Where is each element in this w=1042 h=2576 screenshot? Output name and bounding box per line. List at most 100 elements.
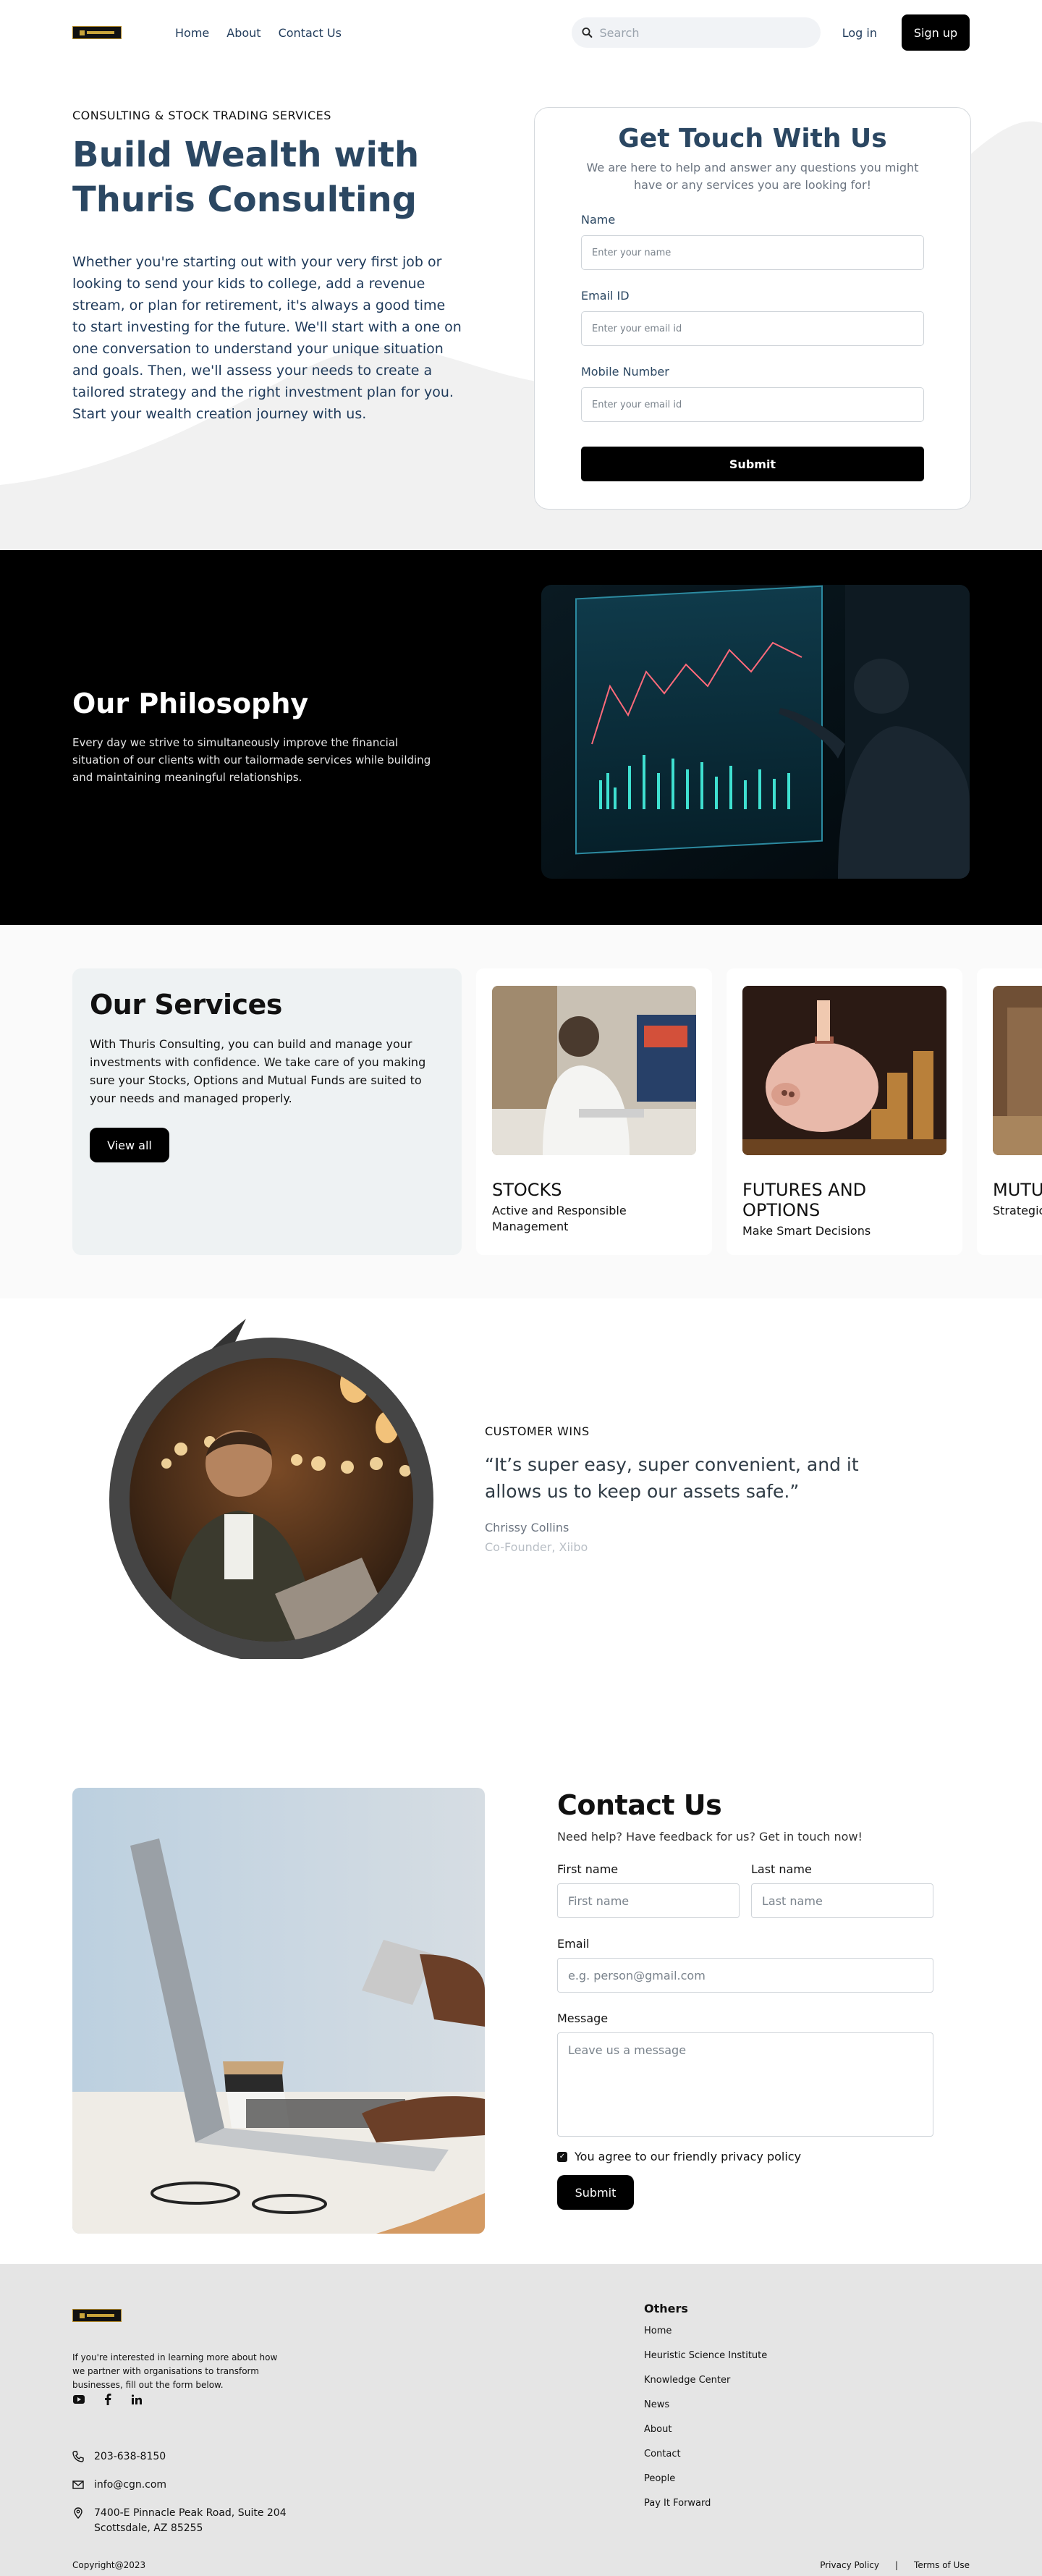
trader-chart-photo xyxy=(541,585,970,879)
mutual-funds-photo xyxy=(993,986,1042,1155)
footer-link-home[interactable]: Home xyxy=(644,2326,767,2336)
contact-section: Contact Us Need help? Have feedback for … xyxy=(0,1704,1042,2264)
facebook-icon[interactable] xyxy=(101,2393,114,2406)
footer-link-pay-it-forward[interactable]: Pay It Forward xyxy=(644,2498,767,2509)
first-name-label: First name xyxy=(557,1862,619,1876)
email-input[interactable] xyxy=(557,1958,933,1993)
signup-button[interactable]: Sign up xyxy=(902,14,970,51)
message-textarea[interactable] xyxy=(557,2032,933,2137)
piggy-bank-photo xyxy=(742,986,946,1155)
testimonial-tag: CUSTOMER WINS xyxy=(485,1424,590,1438)
touch-form-submit-button[interactable]: Submit xyxy=(581,447,924,481)
philosophy-section: Our Philosophy Every day we strive to si… xyxy=(0,550,1042,925)
service-desc-stocks: Active and Responsible Management xyxy=(492,1204,627,1233)
laptop-phone-photo xyxy=(72,1788,485,2234)
youtube-icon[interactable] xyxy=(72,2393,85,2406)
footer-links: Others Home Heuristic Science Institute … xyxy=(644,2302,767,2522)
main-nav: Home About Contact Us xyxy=(175,26,342,40)
hero-copy: CONSULTING & STOCK TRADING SERVICES Buil… xyxy=(72,109,463,425)
contact-form: Contact Us Need help? Have feedback for … xyxy=(557,1789,933,2210)
mail-icon xyxy=(72,2480,84,2489)
service-card-mutual[interactable]: MUTUAL Strategic xyxy=(977,968,1042,1255)
footer-address-line2: Scottsdale, AZ 85255 xyxy=(94,2522,203,2534)
customer-photo xyxy=(101,1319,441,1662)
testimonial-role: Co-Founder, Xiibo xyxy=(485,1540,588,1554)
nav-link-about[interactable]: About xyxy=(226,26,260,40)
privacy-checkbox-row: ✓ You agree to our friendly privacy poli… xyxy=(557,2150,933,2163)
hero-title-line1: Build Wealth with xyxy=(72,135,420,175)
footer-link-about[interactable]: About xyxy=(644,2424,767,2435)
footer-phone[interactable]: 203-638-8150 xyxy=(94,2449,166,2465)
name-input[interactable] xyxy=(581,235,924,270)
first-name-input[interactable] xyxy=(557,1883,740,1918)
hero-eyebrow: CONSULTING & STOCK TRADING SERVICES xyxy=(72,109,331,122)
philosophy-body: Every day we strive to simultaneously im… xyxy=(72,736,431,784)
service-title-futures-options: FUTURES AND OPTIONS xyxy=(742,1180,867,1220)
email-id-input[interactable] xyxy=(581,311,924,346)
privacy-policy-link[interactable]: Privacy Policy xyxy=(820,2560,879,2570)
contact-subtitle: Need help? Have feedback for us? Get in … xyxy=(557,1830,863,1844)
services-section: Our Services With Thuris Consulting, you… xyxy=(0,925,1042,1298)
mobile-number-input[interactable] xyxy=(581,387,924,422)
view-all-button[interactable]: View all xyxy=(90,1128,169,1162)
testimonial-section: CUSTOMER WINS “It’s super easy, super co… xyxy=(0,1298,1042,1704)
touch-form-subtitle: We are here to help and answer any quest… xyxy=(586,161,919,192)
nav-link-home[interactable]: Home xyxy=(175,26,209,40)
footer-email-row: info@cgn.com xyxy=(72,2478,287,2493)
login-link[interactable]: Log in xyxy=(842,26,877,40)
testimonial-copy: CUSTOMER WINS “It’s super easy, super co… xyxy=(485,1424,890,1554)
contact-submit-button[interactable]: Submit xyxy=(557,2175,634,2210)
stocks-photo xyxy=(492,986,696,1155)
phone-icon xyxy=(72,2451,84,2462)
last-name-input[interactable] xyxy=(751,1883,933,1918)
services-body: With Thuris Consulting, you can build an… xyxy=(90,1037,426,1105)
privacy-checkbox-label: You agree to our friendly privacy policy xyxy=(575,2150,802,2163)
last-name-group: Last name xyxy=(751,1844,933,1918)
footer-about: If you're interested in learning more ab… xyxy=(72,2352,278,2390)
linkedin-icon[interactable] xyxy=(130,2393,143,2406)
name-row: First name Last name xyxy=(557,1844,933,1918)
footer-address-row: 7400-E Pinnacle Peak Road, Suite 204 Sco… xyxy=(72,2506,287,2536)
hero-body: Whether you're starting out with your ve… xyxy=(72,254,462,422)
social-links xyxy=(72,2393,143,2406)
legal-separator: | xyxy=(895,2560,899,2570)
service-title-mutual: MUTUAL xyxy=(993,1180,1042,1200)
privacy-checkbox[interactable]: ✓ xyxy=(557,2151,567,2162)
last-name-label: Last name xyxy=(751,1862,812,1876)
footer-phone-row: 203-638-8150 xyxy=(72,2449,287,2465)
terms-of-use-link[interactable]: Terms of Use xyxy=(914,2560,970,2570)
service-desc-mutual: Strategic xyxy=(993,1204,1042,1217)
brand-logo[interactable] xyxy=(72,26,122,39)
footer-link-knowledge-center[interactable]: Knowledge Center xyxy=(644,2375,767,2386)
footer-link-news[interactable]: News xyxy=(644,2399,767,2410)
footer-link-heuristic-science-institute[interactable]: Heuristic Science Institute xyxy=(644,2350,767,2361)
footer-link-people[interactable]: People xyxy=(644,2473,767,2484)
mobile-number-label: Mobile Number xyxy=(581,365,669,379)
message-label: Message xyxy=(557,2011,609,2025)
name-label: Name xyxy=(581,213,616,227)
legal-links: Privacy Policy | Terms of Use xyxy=(820,2560,970,2570)
service-card-futures-options[interactable]: FUTURES AND OPTIONS Make Smart Decisions xyxy=(727,968,962,1255)
service-title-stocks: STOCKS xyxy=(492,1180,562,1200)
footer-link-contact[interactable]: Contact xyxy=(644,2449,767,2459)
service-card-stocks[interactable]: STOCKS Active and Responsible Management xyxy=(476,968,712,1255)
testimonial-author: Chrissy Collins xyxy=(485,1521,569,1534)
search-input[interactable] xyxy=(599,25,810,40)
footer-links-title: Others xyxy=(644,2302,688,2315)
search-icon xyxy=(582,28,593,38)
first-name-group: First name xyxy=(557,1844,740,1918)
hero-section: CONSULTING & STOCK TRADING SERVICES Buil… xyxy=(0,65,1042,550)
footer-email[interactable]: info@cgn.com xyxy=(94,2478,166,2493)
site-footer: If you're interested in learning more ab… xyxy=(0,2264,1042,2576)
philosophy-copy: Our Philosophy Every day we strive to si… xyxy=(72,688,434,786)
copyright: Copyright@2023 xyxy=(72,2560,146,2570)
footer-contact: 203-638-8150 info@cgn.com 7400-E Pinnacl… xyxy=(72,2449,287,2549)
footer-address: 7400-E Pinnacle Peak Road, Suite 204 Sco… xyxy=(94,2506,287,2536)
touch-form-title: Get Touch With Us xyxy=(618,124,887,153)
location-pin-icon xyxy=(74,2507,82,2519)
philosophy-title: Our Philosophy xyxy=(72,688,309,719)
footer-logo[interactable] xyxy=(72,2309,122,2322)
footer-address-line1: 7400-E Pinnacle Peak Road, Suite 204 xyxy=(94,2507,287,2519)
get-in-touch-form: Get Touch With Us We are here to help an… xyxy=(534,107,971,510)
nav-link-contact[interactable]: Contact Us xyxy=(279,26,342,40)
